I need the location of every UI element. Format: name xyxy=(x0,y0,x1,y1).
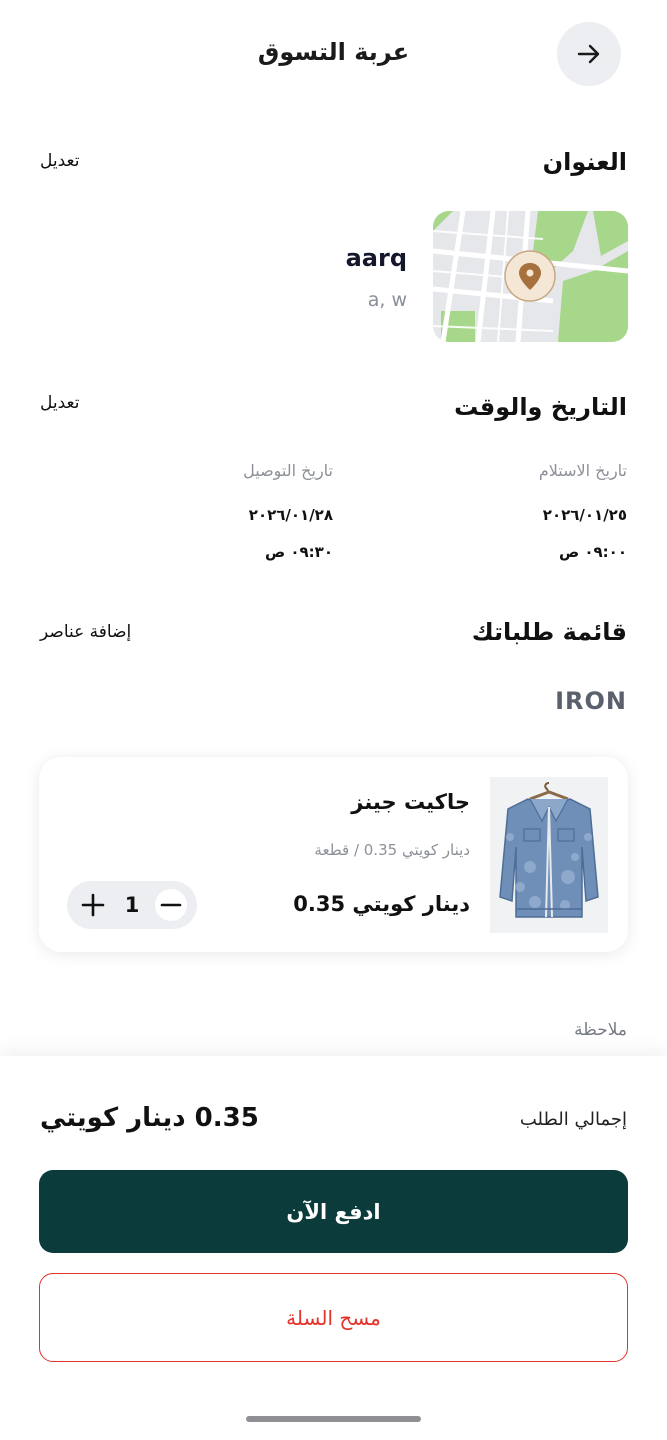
delivery-date-label: تاريخ التوصيل xyxy=(243,461,333,480)
pickup-date-label: تاريخ الاستلام xyxy=(538,461,627,480)
address-map[interactable] xyxy=(433,211,628,342)
orders-section-title: قائمة طلباتك xyxy=(471,618,627,646)
quantity-stepper: 1 xyxy=(67,881,197,929)
quantity-value: 1 xyxy=(124,893,140,917)
map-pin-icon xyxy=(504,250,556,302)
product-unit-price: دينار كويتي 0.35 / قطعة xyxy=(314,841,470,859)
clear-cart-button[interactable]: مسح السلة xyxy=(39,1273,628,1362)
order-total-label: إجمالي الطلب xyxy=(519,1109,627,1130)
edit-address-link[interactable]: تعديل xyxy=(40,148,79,174)
cart-item-card: جاكيت جينز دينار كويتي 0.35 / قطعة دينار… xyxy=(39,757,628,952)
increase-quantity-button[interactable] xyxy=(77,889,109,921)
address-name: aarq xyxy=(345,244,407,272)
home-indicator xyxy=(246,1416,421,1422)
add-items-link[interactable]: إضافة عناصر xyxy=(40,619,131,645)
category-label: IRON xyxy=(555,687,627,715)
address-detail: a, w xyxy=(367,289,407,311)
product-image xyxy=(490,777,608,933)
datetime-section-title: التاريخ والوقت xyxy=(454,393,627,421)
product-price: دينار كويتي 0.35 xyxy=(293,892,470,916)
product-name: جاكيت جينز xyxy=(351,790,470,814)
delivery-date-value: ٢٠٢٦/٠١/٢٨ xyxy=(248,506,333,524)
pickup-date-value: ٢٠٢٦/٠١/٢٥ xyxy=(542,506,627,524)
minus-icon xyxy=(160,903,182,907)
note-label: ملاحظة xyxy=(574,1020,627,1040)
decrease-quantity-button[interactable] xyxy=(155,889,187,921)
address-section-title: العنوان xyxy=(542,148,627,176)
edit-datetime-link[interactable]: تعديل xyxy=(40,390,79,416)
pay-now-button[interactable]: ادفع الآن xyxy=(39,1170,628,1253)
delivery-time-value: ٠٩:٣٠ ص xyxy=(264,543,333,561)
page-title: عربة التسوق xyxy=(257,38,410,66)
pickup-time-value: ٠٩:٠٠ ص xyxy=(558,543,627,561)
order-total-value: 0.35 دينار كويتي xyxy=(40,1103,259,1133)
plus-icon xyxy=(81,893,105,917)
